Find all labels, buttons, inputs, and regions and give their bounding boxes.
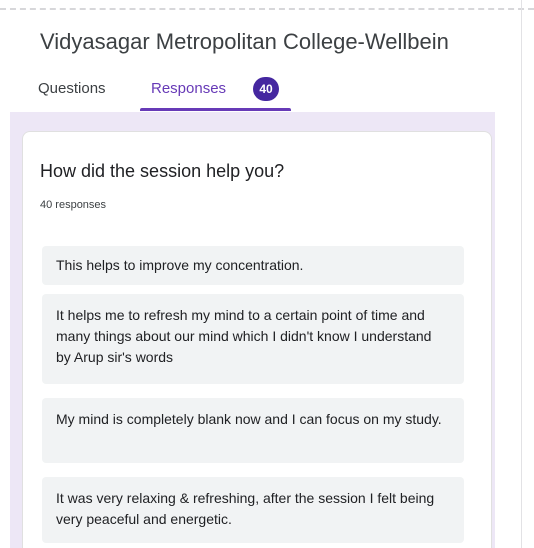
top-dashed-divider bbox=[0, 8, 534, 10]
question-title: How did the session help you? bbox=[40, 161, 285, 181]
response-count: 40 responses bbox=[40, 199, 107, 211]
forms-responses-page: Vidyasagar Metropolitan College-Wellbein… bbox=[0, 0, 534, 548]
question-summary-card: How did the session help you? 40 respons… bbox=[22, 131, 492, 548]
right-edge-divider bbox=[521, 0, 522, 548]
response-item: It was very relaxing & refreshing, after… bbox=[42, 477, 464, 543]
response-item: My mind is completely blank now and I ca… bbox=[42, 398, 464, 463]
response-item: It helps me to refresh my mind to a cert… bbox=[42, 294, 464, 384]
form-title: Vidyasagar Metropolitan College-Wellbein bbox=[40, 29, 449, 54]
tab-questions[interactable]: Questions bbox=[38, 78, 106, 100]
response-item: This helps to improve my concentration. bbox=[42, 246, 464, 285]
tab-responses[interactable]: Responses bbox=[151, 78, 226, 100]
tab-bar: Questions Responses 40 bbox=[0, 74, 500, 112]
active-tab-indicator bbox=[140, 108, 291, 111]
responses-count-badge: 40 bbox=[253, 77, 279, 101]
